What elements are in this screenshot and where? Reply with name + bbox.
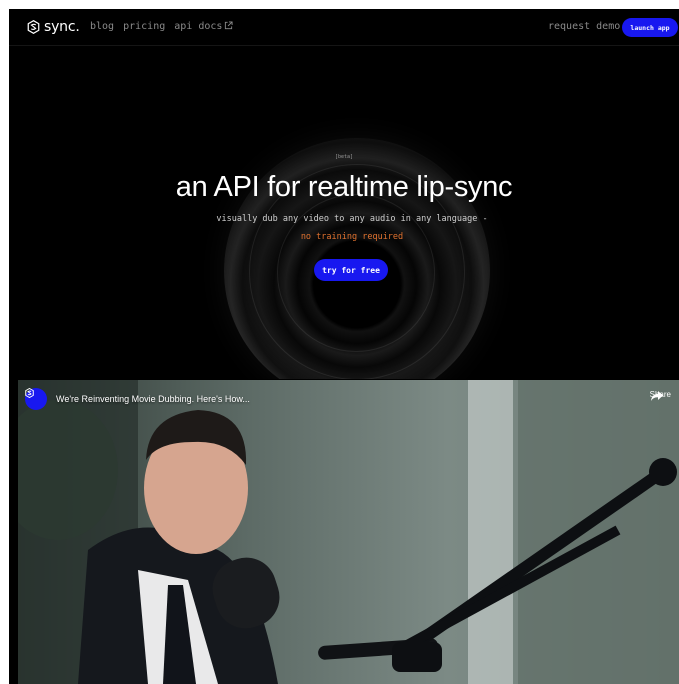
channel-avatar[interactable] xyxy=(25,388,47,410)
logo[interactable]: sync. xyxy=(27,19,80,35)
hero-subtitle-highlight: no training required xyxy=(300,232,404,242)
nav-link-blog[interactable]: blog xyxy=(90,21,114,32)
logo-text: sync. xyxy=(44,19,80,35)
nav-link-api-docs-label: api docs xyxy=(174,21,223,32)
video-player[interactable]: We're Reinventing Movie Dubbing. Here's … xyxy=(18,380,679,684)
nav-links: blog pricing api docs xyxy=(90,21,233,32)
share-button[interactable]: Share xyxy=(650,390,671,401)
nav-link-pricing[interactable]: pricing xyxy=(123,21,165,32)
hero-section: [beta] an API for realtime lip-sync visu… xyxy=(9,46,679,379)
top-nav: sync. blog pricing api docs request demo… xyxy=(9,9,679,46)
video-frame-image xyxy=(18,380,679,684)
video-title[interactable]: We're Reinventing Movie Dubbing. Here's … xyxy=(56,394,250,404)
share-icon xyxy=(650,391,663,401)
hero-subtitle: visually dub any video to any audio in a… xyxy=(216,214,488,224)
page-frame: sync. blog pricing api docs request demo… xyxy=(9,9,679,684)
beta-tag: [beta] xyxy=(334,154,354,160)
sync-logo-icon xyxy=(27,20,40,34)
try-for-free-button[interactable]: try for free xyxy=(314,259,388,281)
launch-app-button[interactable]: launch app xyxy=(622,18,678,37)
sync-logo-icon xyxy=(25,388,34,398)
request-demo-link[interactable]: request demo xyxy=(548,21,620,32)
hero-headline: an API for realtime lip-sync xyxy=(175,171,513,203)
video-title-bar: We're Reinventing Movie Dubbing. Here's … xyxy=(25,388,250,410)
nav-link-api-docs[interactable]: api docs xyxy=(174,21,233,32)
external-link-icon xyxy=(225,21,233,30)
